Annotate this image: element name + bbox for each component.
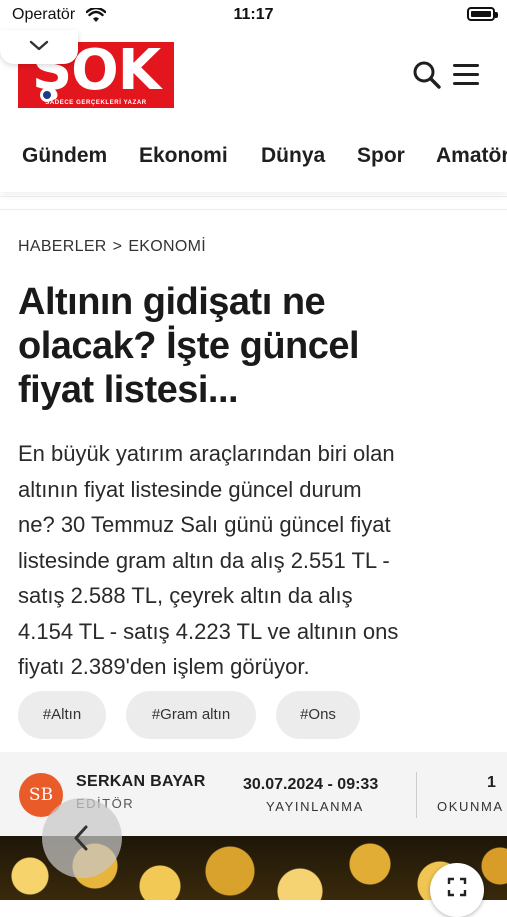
author-name[interactable]: SERKAN BAYAR — [76, 773, 206, 791]
status-bar: Operatör 11:17 — [0, 0, 507, 32]
expand-image-button[interactable] — [430, 863, 484, 917]
collapse-header-button[interactable] — [0, 30, 78, 64]
menu-icon — [453, 64, 479, 85]
summary-line: En büyük yatırım araçlarından biri olan — [18, 441, 395, 466]
summary-line: altının fiyat listesinde güncel durum — [18, 476, 362, 502]
summary-line: 4.154 TL - satış 4.223 TL ve altının ons — [18, 618, 399, 644]
nav-item-spor[interactable]: Spor — [357, 144, 405, 168]
tag-ons[interactable]: #Ons — [276, 691, 360, 739]
breadcrumb-separator: > — [112, 238, 123, 255]
summary-line: listesinde gram altın da alış 2.551 TL - — [18, 547, 390, 573]
chevron-left-icon — [74, 825, 88, 851]
article-summary: En büyük yatırım araçlarından biri olan … — [18, 436, 488, 685]
summary-line: satış 2.588 TL, çeyrek altın da alış — [18, 583, 353, 608]
chevron-down-icon — [29, 40, 49, 51]
breadcrumb-ekonomi[interactable]: EKONOMİ — [128, 238, 206, 255]
expand-icon — [447, 877, 467, 897]
search-button[interactable] — [410, 58, 444, 92]
menu-button[interactable] — [450, 60, 482, 90]
logo-slogan: SADECE GERÇEKLERİ YAZAR — [45, 100, 147, 106]
nav-item-ekonomi[interactable]: Ekonomi — [139, 144, 228, 168]
breadcrumb: HABERLER > EKONOMİ — [18, 238, 206, 256]
summary-line: ne? 30 Temmuz Salı günü güncel fiyat — [18, 512, 391, 537]
nav-item-amator[interactable]: Amatör — [436, 144, 507, 168]
read-label: OKUNMA — [437, 799, 504, 814]
tag-gram-altin[interactable]: #Gram altın — [126, 691, 256, 739]
article-title: Altının gidişatı ne olacak? İşte güncel … — [18, 280, 488, 412]
meta-divider — [416, 772, 417, 818]
publish-date: 30.07.2024 - 09:33 — [243, 776, 379, 793]
battery-icon — [467, 7, 498, 21]
ad-placeholder — [0, 196, 507, 210]
back-button[interactable] — [42, 798, 122, 878]
breadcrumb-haberler[interactable]: HABERLER — [18, 238, 107, 255]
clock: 11:17 — [233, 6, 274, 23]
search-icon — [413, 61, 441, 89]
publish-label: YAYINLANMA — [266, 799, 364, 814]
nav-item-gundem[interactable]: Gündem — [22, 144, 107, 168]
tag-altin[interactable]: #Altın — [18, 691, 106, 739]
read-count: 1 — [487, 774, 496, 791]
nav-item-dunya[interactable]: Dünya — [261, 144, 325, 168]
title-line: olacak? İşte güncel — [18, 325, 360, 367]
category-nav: Gündem Ekonomi Dünya Spor Amatör — [0, 120, 507, 192]
summary-line: fiyatı 2.389'den işlem görüyor. — [18, 654, 310, 679]
title-line: Altının gidişatı ne — [18, 281, 326, 323]
title-line: fiyat listesi... — [18, 369, 239, 411]
